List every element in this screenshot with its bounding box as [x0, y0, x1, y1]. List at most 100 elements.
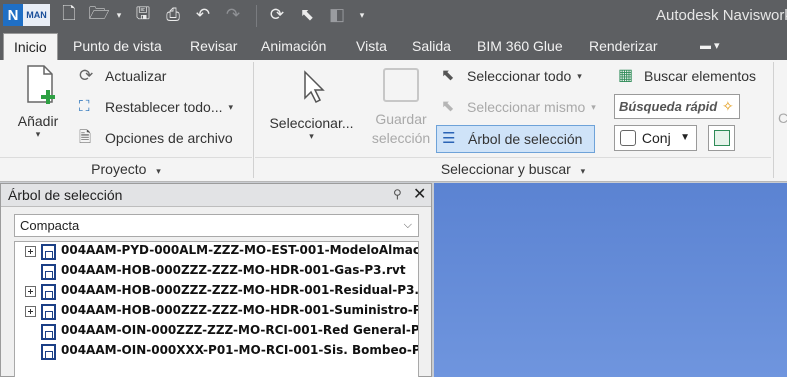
tree-item[interactable]: 004AAM-PYD-000ALM-ZZZ-MO-EST-001-ModeloA…: [15, 242, 418, 262]
add-dropdown-icon: ▾: [35, 129, 41, 139]
file-icon: [41, 264, 56, 280]
find-items-label: Buscar elementos: [644, 68, 757, 84]
select-search-panel-dropdown-icon: ▾: [580, 166, 586, 176]
expand-icon[interactable]: [25, 286, 36, 297]
open-dropdown-icon[interactable]: ▾: [113, 2, 125, 28]
quick-search-icon[interactable]: ✧: [722, 98, 734, 115]
select-button[interactable]: Seleccionar... ▾: [264, 66, 359, 154]
add-file-icon: [27, 65, 55, 104]
panel-divider: [253, 62, 254, 178]
project-panel-dropdown-icon: ▾: [156, 166, 161, 176]
tab-punto-de-vista[interactable]: Punto de vista: [63, 33, 172, 60]
reset-all-label: Restablecer todo...: [105, 99, 223, 115]
tree-item[interactable]: 004AAM-OIN-000ZZZ-ZZZ-MO-RCI-001-Red Gen…: [15, 322, 418, 342]
tab-renderizar[interactable]: Renderizar: [579, 33, 667, 60]
save-selection-button[interactable]: Guardar selección: [366, 66, 436, 154]
file-icon: [41, 324, 56, 340]
title-bar: N MAN 🗋 🗁 ▾ 🖫 ⎙ ↶ ↷ ⟳ ⬉ ◧ ▾ Autodesk Nav…: [0, 0, 787, 33]
sets-dropdown[interactable]: Conj ▼: [614, 125, 697, 151]
select-search-panel-label: Seleccionar y buscar: [440, 161, 571, 177]
tab-salida[interactable]: Salida: [402, 33, 461, 60]
select-same-icon: ⬉: [441, 98, 455, 115]
pin-icon[interactable]: ⚲: [393, 187, 402, 201]
selection-tree-list[interactable]: 004AAM-PYD-000ALM-ZZZ-MO-EST-001-ModeloA…: [14, 241, 419, 377]
refresh-icon[interactable]: ⟳: [265, 2, 289, 28]
selection-tree-panel: Árbol de selección ⚲ ✕ Compacta ⌵ 004AAM…: [0, 183, 432, 377]
refresh-button[interactable]: ⟳ Actualizar: [79, 67, 166, 85]
redo-icon[interactable]: ↷: [222, 2, 244, 28]
tree-item-label: 004AAM-HOB-000ZZZ-ZZZ-MO-HDR-001-Gas-P3.…: [61, 263, 406, 277]
sets-icon: [620, 130, 636, 146]
project-panel-label: Proyecto: [91, 161, 147, 177]
select-same-dropdown-icon: ▾: [591, 101, 596, 112]
select-same-button[interactable]: ⬉ Seleccionar mismo ▾: [441, 98, 596, 116]
select-all-button[interactable]: ⬉ Seleccionar todo ▾: [441, 67, 582, 85]
tab-bim-360-glue[interactable]: BIM 360 Glue: [467, 33, 573, 60]
file-options-label: Opciones de archivo: [105, 130, 233, 146]
expand-icon[interactable]: [25, 306, 36, 317]
selection-tree-button[interactable]: ☰ Árbol de selección: [436, 125, 595, 153]
tree-item[interactable]: 004AAM-HOB-000ZZZ-ZZZ-MO-HDR-001-Gas-P3.…: [15, 262, 418, 282]
tree-mode-select[interactable]: Compacta ⌵: [14, 214, 419, 237]
tab-animacion[interactable]: Animación: [251, 33, 336, 60]
panel-divider: [773, 62, 774, 178]
add-label: Añadir: [17, 113, 59, 129]
customize-icon[interactable]: ▾: [355, 2, 369, 28]
ribbon-tabs: Inicio Punto de vista Revisar Animación …: [0, 33, 787, 61]
tree-mode-value: Compacta: [20, 218, 80, 233]
ribbon-options-icon[interactable]: ▬ ▾: [690, 33, 730, 60]
tree-item-label: 004AAM-HOB-000ZZZ-ZZZ-MO-HDR-001-Residua…: [61, 283, 419, 297]
add-button[interactable]: Añadir ▾: [8, 64, 68, 152]
tab-vista[interactable]: Vista: [346, 33, 397, 60]
refresh-label: Actualizar: [105, 68, 167, 84]
tree-icon: ☰: [442, 130, 456, 147]
ribbon: Añadir ▾ ⟳ Actualizar ⛶ Restablecer todo…: [0, 60, 787, 182]
file-options-button[interactable]: 🗎 Opciones de archivo: [79, 129, 233, 147]
file-icon: [41, 244, 56, 260]
file-icon: [41, 284, 56, 300]
tree-item[interactable]: 004AAM-OIN-000XXX-P01-MO-RCI-001-Sis. Bo…: [15, 342, 418, 362]
sets-dropdown-icon: ▼: [680, 132, 690, 143]
tree-item-label: 004AAM-PYD-000ALM-ZZZ-MO-EST-001-ModeloA…: [61, 243, 419, 257]
app-logo[interactable]: N MAN: [3, 4, 50, 26]
select-icon[interactable]: ⬉: [296, 2, 318, 28]
save-selection-line2: selección: [371, 130, 431, 146]
selection-icon[interactable]: ◧: [325, 2, 349, 28]
tree-item-label: 004AAM-HOB-000ZZZ-ZZZ-MO-HDR-001-Suminis…: [61, 303, 419, 317]
close-icon[interactable]: ✕: [413, 184, 426, 204]
file-icon: [41, 344, 56, 360]
select-label: Seleccionar...: [269, 115, 354, 131]
refresh-icon: ⟳: [79, 66, 94, 85]
save-icon[interactable]: 🖫: [132, 2, 154, 28]
tree-item-label: 004AAM-OIN-000ZZZ-ZZZ-MO-RCI-001-Red Gen…: [61, 323, 419, 337]
file-options-icon: 🗎: [79, 129, 92, 146]
select-all-icon: ⬉: [441, 67, 455, 84]
sets-manage-button[interactable]: [708, 125, 735, 151]
undo-icon[interactable]: ↶: [192, 2, 214, 28]
tab-revisar[interactable]: Revisar: [180, 33, 247, 60]
cursor-icon: [303, 70, 325, 104]
open-icon[interactable]: 🗁: [86, 2, 112, 28]
app-title: Autodesk Navisworks: [656, 7, 787, 24]
select-search-panel-title[interactable]: Seleccionar y buscar ▾: [255, 157, 771, 179]
reset-icon: ⛶: [79, 98, 90, 115]
find-items-button[interactable]: ▦ Buscar elementos: [618, 67, 756, 85]
print-icon[interactable]: ⎙: [161, 2, 185, 28]
reset-all-button[interactable]: ⛶ Restablecer todo... ▾: [79, 98, 233, 116]
select-all-dropdown-icon: ▾: [577, 70, 582, 81]
selection-tree-header: Árbol de selección ⚲ ✕: [1, 184, 431, 207]
new-file-icon[interactable]: 🗋: [58, 2, 80, 28]
selection-tree-title: Árbol de selección: [8, 187, 123, 203]
expand-icon[interactable]: [25, 246, 36, 257]
partial-button-label[interactable]: C: [778, 110, 787, 126]
reset-dropdown-icon: ▾: [228, 101, 234, 112]
tree-item[interactable]: 004AAM-HOB-000ZZZ-ZZZ-MO-HDR-001-Residua…: [15, 282, 418, 302]
scene-viewport[interactable]: [434, 183, 787, 377]
select-dropdown-icon: ▾: [309, 131, 314, 141]
tree-item[interactable]: 004AAM-HOB-000ZZZ-ZZZ-MO-HDR-001-Suminis…: [15, 302, 418, 322]
save-selection-line1: Guardar: [375, 111, 427, 127]
tree-item-label: 004AAM-OIN-000XXX-P01-MO-RCI-001-Sis. Bo…: [61, 343, 419, 357]
sets-manage-icon: [713, 130, 730, 146]
project-panel-title[interactable]: Proyecto ▾: [0, 157, 252, 179]
tab-inicio[interactable]: Inicio: [3, 33, 58, 61]
